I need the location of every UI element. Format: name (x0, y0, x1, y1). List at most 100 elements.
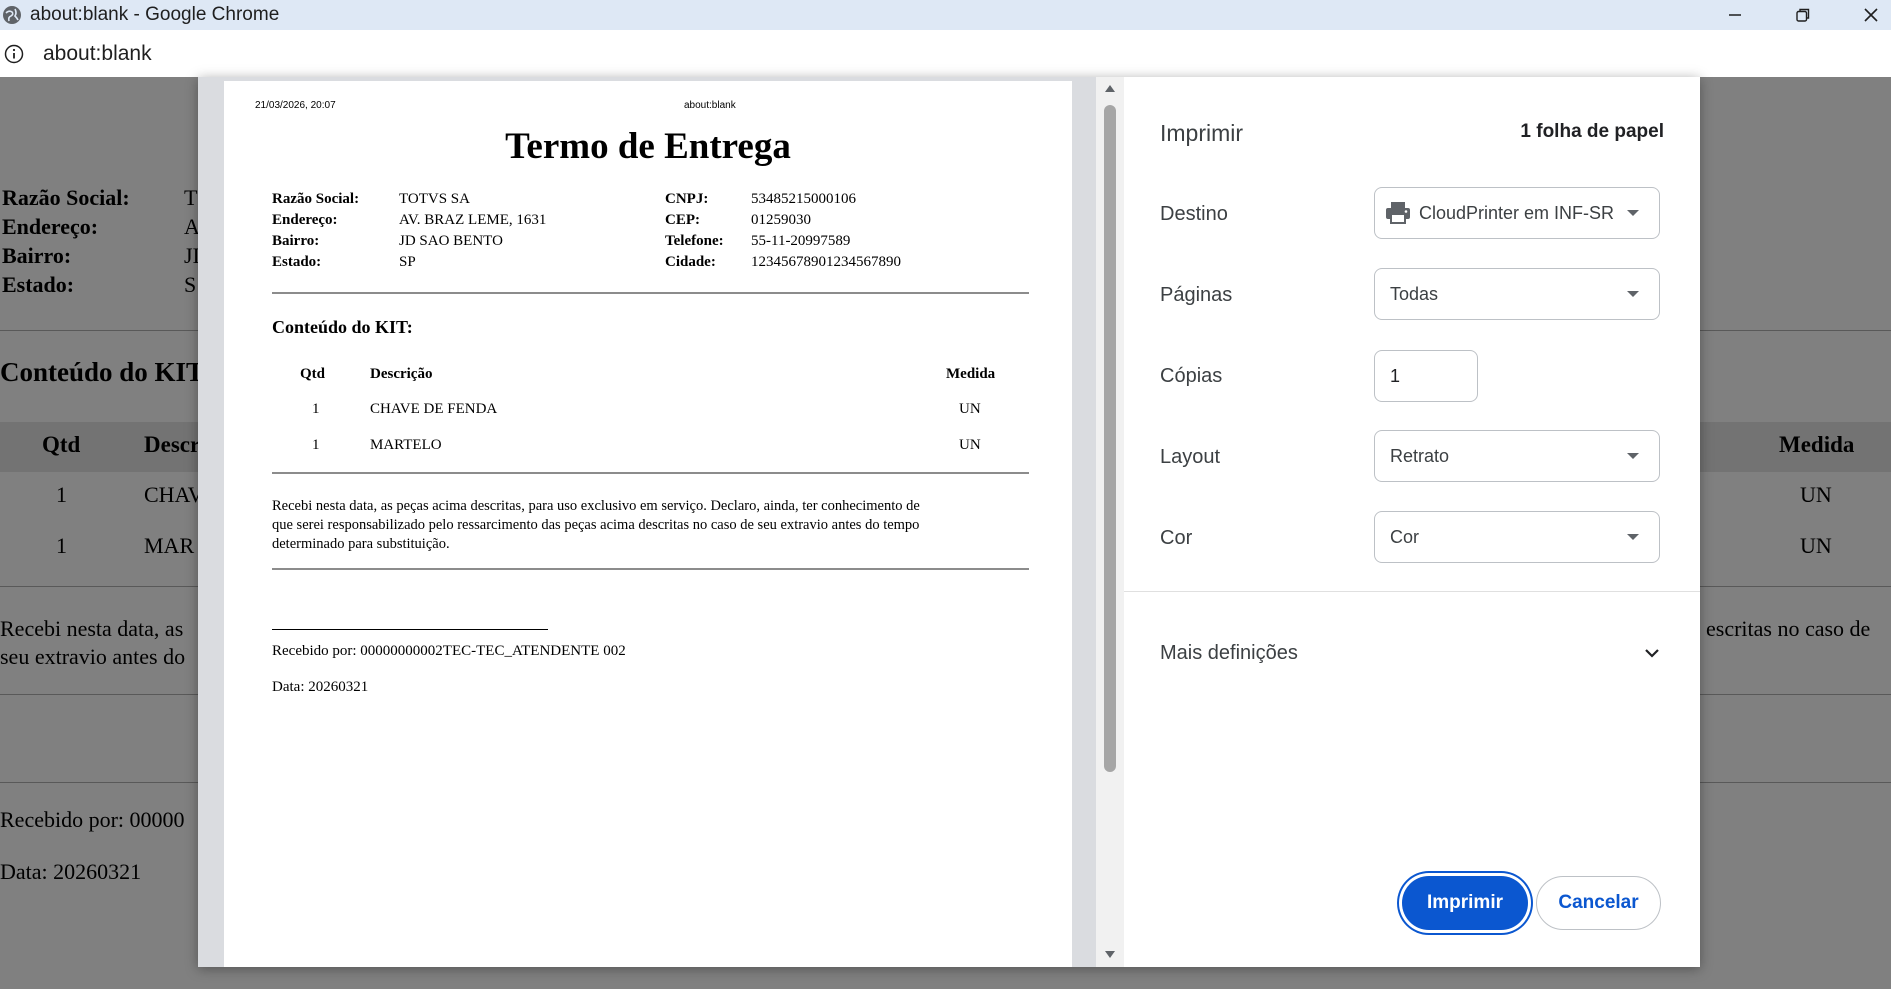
restore-icon (1796, 8, 1810, 22)
print-preview-page: 21/03/2026, 20:07 about:blank Termo de E… (224, 81, 1072, 967)
more-settings-label: Mais definições (1160, 641, 1298, 664)
field-value: TOTVS SA (399, 191, 470, 207)
bg-label: Endereço: (2, 214, 99, 239)
scroll-down-icon[interactable] (1104, 950, 1116, 960)
printer-icon (1386, 202, 1410, 224)
field-label: Bairro: (272, 233, 320, 249)
table-cell-descricao: MARTELO (370, 437, 442, 453)
info-icon[interactable] (4, 44, 24, 64)
settings-divider (1124, 591, 1700, 592)
bg-row-qtd: 1 (56, 482, 67, 507)
bg-text: escritas no caso de (1706, 616, 1871, 641)
cancel-button[interactable]: Cancelar (1536, 876, 1661, 930)
minimize-button[interactable] (1707, 0, 1763, 30)
declaration-line: Recebi nesta data, as peças acima descri… (272, 498, 920, 514)
table-cell-medida: UN (959, 401, 981, 417)
bg-label: Razão Social: (2, 185, 130, 210)
field-label: Telefone: (665, 233, 724, 249)
section-divider (272, 472, 1029, 474)
destination-label: Destino (1160, 203, 1228, 225)
more-settings-toggle[interactable]: Mais definições (1160, 633, 1660, 673)
bg-row-medida: UN (1800, 533, 1832, 558)
declaration-line: que serei responsabilizado pelo ressarci… (272, 517, 920, 533)
chevron-down-icon (1645, 649, 1659, 658)
field-value: 12345678901234567890 (751, 254, 901, 270)
field-value: JD SAO BENTO (399, 233, 503, 249)
bg-col-desc: Descr (144, 432, 201, 457)
color-select[interactable]: Cor (1374, 511, 1660, 563)
copies-input[interactable] (1374, 350, 1478, 402)
sheet-count: 1 folha de papel (1520, 121, 1664, 142)
bg-row-medida: UN (1800, 482, 1832, 507)
color-value: Cor (1390, 526, 1420, 547)
bg-value: T (184, 185, 198, 210)
bg-row-desc: CHAV (144, 482, 204, 507)
print-settings-panel: Imprimir 1 folha de papel Destino CloudP… (1124, 77, 1700, 967)
chevron-down-icon (1627, 210, 1639, 216)
table-cell-descricao: CHAVE DE FENDA (370, 401, 498, 417)
destination-select[interactable]: CloudPrinter em INF-SR (1374, 187, 1660, 239)
field-label: Endereço: (272, 212, 338, 228)
field-label: CNPJ: (665, 191, 709, 207)
table-header-descricao: Descrição (370, 366, 433, 382)
field-label: Razão Social: (272, 191, 360, 207)
window-titlebar: about:blank - Google Chrome (0, 0, 1891, 30)
layout-select[interactable]: Retrato (1374, 430, 1660, 482)
field-value: 01259030 (751, 212, 811, 228)
kit-heading: Conteúdo do KIT: (272, 317, 413, 337)
bg-col-qtd: Qtd (42, 432, 81, 457)
pages-value: Todas (1390, 283, 1439, 304)
document-date: Data: 20260321 (272, 679, 369, 695)
copies-label: Cópias (1160, 365, 1223, 387)
bg-row-desc: MAR (144, 533, 195, 558)
bg-text: seu extravio antes do (0, 644, 186, 669)
field-value: 53485215000106 (751, 191, 856, 207)
close-icon (1864, 8, 1878, 22)
document-title: Termo de Entrega (505, 126, 791, 167)
received-by: Recebido por: 00000000002TEC-TEC_ATENDEN… (272, 643, 626, 659)
table-header-medida: Medida (946, 366, 996, 382)
pages-label: Páginas (1160, 284, 1233, 306)
declaration-line: determinado para substituição. (272, 536, 450, 552)
bg-value: S (184, 272, 197, 297)
print-button[interactable]: Imprimir (1402, 876, 1528, 930)
scroll-up-icon[interactable] (1104, 83, 1116, 93)
print-preview-area: 21/03/2026, 20:07 about:blank Termo de E… (198, 77, 1124, 967)
field-value: SP (399, 254, 416, 270)
field-label: Estado: (272, 254, 322, 270)
section-divider (272, 568, 1029, 570)
chevron-down-icon (1627, 453, 1639, 459)
table-cell-qtd: 1 (312, 401, 320, 417)
bg-label: Bairro: (2, 243, 72, 268)
table-cell-qtd: 1 (312, 437, 320, 453)
restore-button[interactable] (1775, 0, 1831, 30)
layout-label: Layout (1160, 446, 1221, 468)
color-label: Cor (1160, 527, 1193, 549)
bg-label: Estado: (2, 272, 75, 297)
layout-value: Retrato (1390, 445, 1450, 466)
field-label: Cidade: (665, 254, 716, 270)
section-divider (272, 292, 1029, 294)
address-bar[interactable]: about:blank (0, 30, 1891, 77)
close-window-button[interactable] (1843, 0, 1891, 30)
bg-kit-heading: Conteúdo do KIT (0, 357, 205, 387)
url-text[interactable]: about:blank (43, 42, 152, 66)
table-cell-medida: UN (959, 437, 981, 453)
pages-select[interactable]: Todas (1374, 268, 1660, 320)
field-value: AV. BRAZ LEME, 1631 (399, 212, 547, 228)
print-heading: Imprimir (1160, 120, 1244, 146)
globe-icon (3, 6, 21, 24)
preview-scrollbar[interactable] (1096, 77, 1124, 967)
print-dialog: 21/03/2026, 20:07 about:blank Termo de E… (198, 77, 1700, 967)
window-title: about:blank - Google Chrome (30, 4, 280, 25)
minimize-icon (1729, 14, 1741, 16)
bg-col-medida: Medida (1779, 432, 1855, 457)
destination-value: CloudPrinter em INF-SR (1419, 202, 1615, 223)
page-header-datetime: 21/03/2026, 20:07 (255, 100, 336, 111)
field-value: 55-11-20997589 (751, 233, 851, 249)
page-header-url: about:blank (684, 100, 736, 111)
bg-date: Data: 20260321 (0, 859, 142, 884)
bg-row-qtd: 1 (56, 533, 67, 558)
scrollbar-thumb[interactable] (1104, 105, 1116, 772)
signature-line (272, 629, 548, 630)
